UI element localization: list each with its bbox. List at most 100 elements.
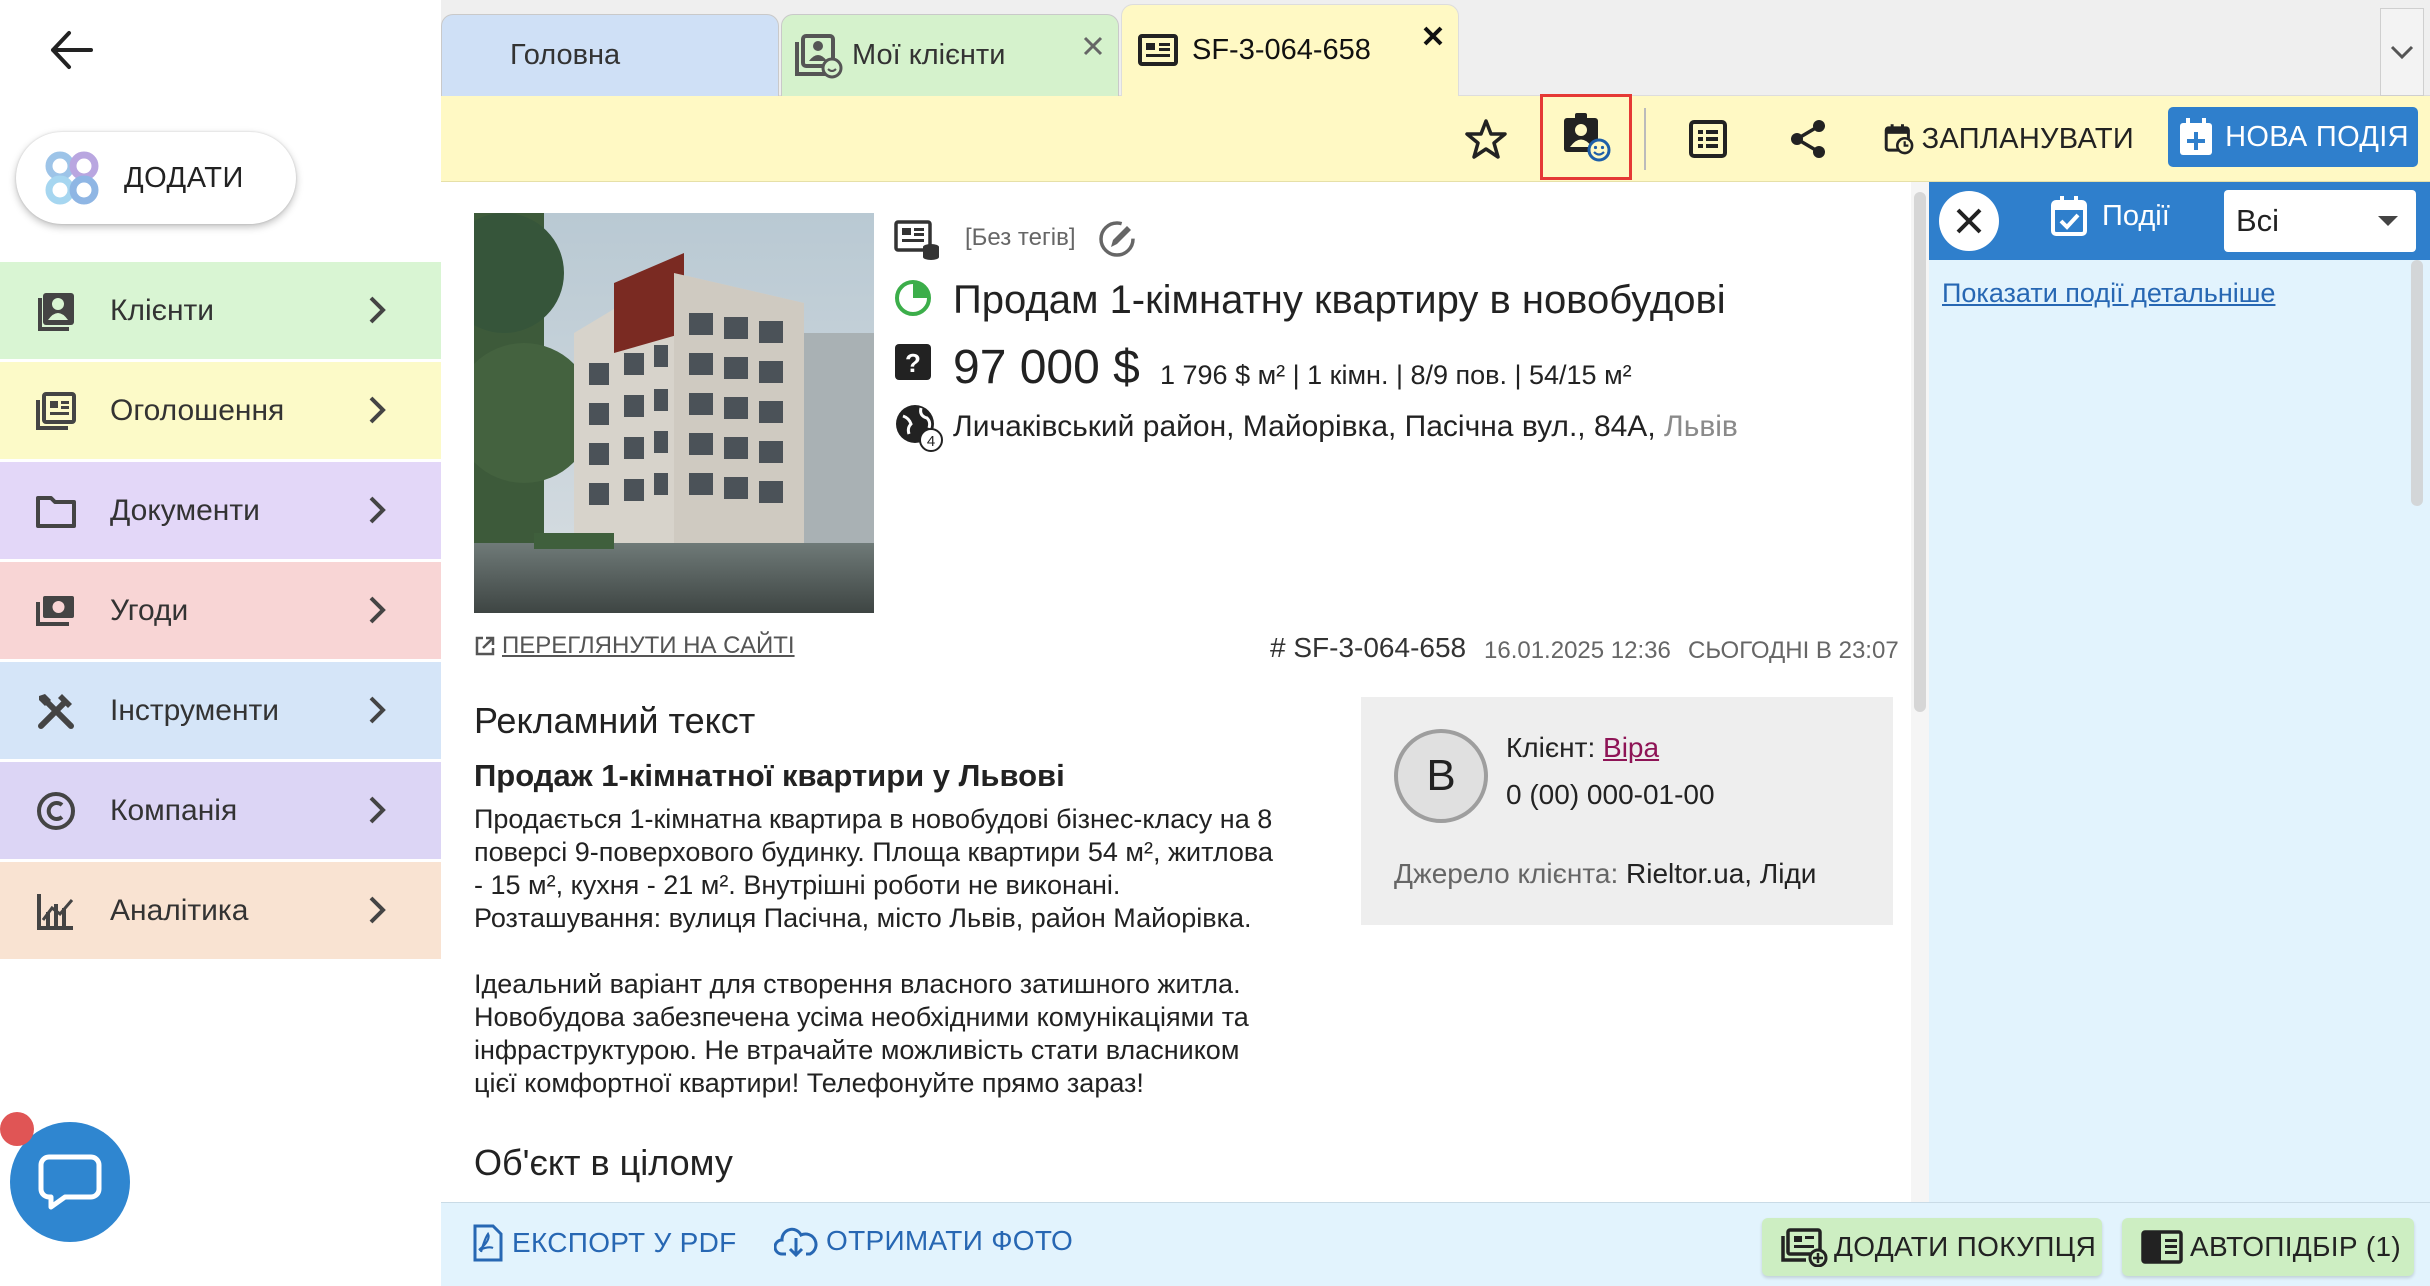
- client-label: Клієнт:: [1506, 732, 1596, 763]
- ad-text-line: поверсі 9-поверхового будинку. Площа ква…: [474, 837, 1273, 867]
- svg-text:?: ?: [905, 348, 921, 378]
- sidebar-item-label: Клієнти: [110, 293, 215, 327]
- book-open-icon: [2141, 1230, 2183, 1264]
- chat-icon: [38, 1154, 102, 1210]
- tabs-overflow-dropdown[interactable]: [2380, 8, 2424, 96]
- new-event-button[interactable]: НОВА ПОДІЯ: [2168, 107, 2418, 167]
- sidebar-item-analytics[interactable]: Аналітика: [0, 862, 441, 959]
- analytics-icon: [32, 887, 80, 935]
- folder-icon: [32, 487, 80, 535]
- sidebar-item-label: Компанія: [110, 793, 238, 827]
- sidebar-item-label: Інструменти: [110, 693, 280, 727]
- object-overview-heading: Об'єкт в цілому: [474, 1142, 733, 1183]
- matching-clients-button[interactable]: [1540, 94, 1632, 180]
- calendar-plus-icon: [2180, 118, 2213, 155]
- sidebar-item-label: Аналітика: [110, 893, 249, 927]
- money-icon: [32, 587, 80, 635]
- events-filter-select[interactable]: Всі: [2224, 190, 2416, 252]
- client-source-value: Rieltor.ua, Ліди: [1626, 858, 1817, 889]
- building-image: [474, 213, 874, 613]
- show-events-detail-link[interactable]: Показати події детальніше: [1942, 278, 2275, 309]
- client-smile-icon: [1564, 113, 1611, 162]
- chevron-right-icon: [369, 796, 386, 824]
- favorite-button[interactable]: [1456, 108, 1516, 170]
- content-scrollbar[interactable]: [1911, 182, 1929, 1202]
- get-photos-label: ОТРИМАТИ ФОТО: [826, 1225, 1074, 1256]
- export-pdf-button[interactable]: ЕКСПОРТ У PDF: [472, 1224, 737, 1262]
- external-link-icon: [475, 636, 495, 656]
- chevron-right-icon: [369, 696, 386, 724]
- tab-label: Головна: [510, 39, 621, 71]
- cloud-download-icon: [774, 1227, 818, 1258]
- ad-text-line: Ідеальний варіант для створення власного…: [474, 969, 1241, 999]
- tab-my-clients[interactable]: Мої клієнти: [781, 14, 1119, 96]
- client-source: Джерело клієнта: Rieltor.ua, Ліди: [1394, 858, 1816, 890]
- add-button[interactable]: ДОДАТИ: [16, 132, 296, 224]
- ad-text-line: - 15 м², кухня - 21 м². Внутрішні роботи…: [474, 870, 1121, 900]
- chevron-right-icon: [369, 496, 386, 524]
- events-tab-label: Події: [2102, 199, 2170, 232]
- sidebar-item-listings[interactable]: Оголошення: [0, 362, 441, 459]
- table-icon: [1689, 120, 1727, 158]
- tab-home[interactable]: Головна: [441, 14, 779, 96]
- close-icon: [1956, 208, 1982, 234]
- pdf-icon: [473, 1224, 503, 1262]
- sidebar-item-documents[interactable]: Документи: [0, 462, 441, 559]
- close-icon[interactable]: [1082, 35, 1104, 57]
- autoselect-button[interactable]: АВТОПІДБІР (1): [2122, 1218, 2414, 1276]
- ad-text-line: Продається 1-кімнатна квартира в новобуд…: [474, 804, 1273, 834]
- star-icon: [1465, 119, 1507, 159]
- listing-icon: [1138, 33, 1178, 66]
- events-tab[interactable]: Події: [2050, 194, 2170, 238]
- status-progress-icon: [895, 280, 931, 316]
- events-scrollbar[interactable]: [2408, 260, 2426, 1200]
- ad-text-line: інфраструктурою. Не втрачайте можливість…: [474, 1035, 1240, 1065]
- dropdown-arrow-icon: [2378, 216, 2398, 226]
- client-phone: 0 (00) 000-01-00: [1506, 779, 1715, 810]
- sidebar-item-company[interactable]: Компанія: [0, 762, 441, 859]
- view-on-site-link[interactable]: ПЕРЕГЛЯНУТИ НА САЙТІ: [474, 632, 795, 660]
- ad-text-heading: Рекламний текст: [474, 700, 756, 741]
- sidebar-item-label: Угоди: [110, 593, 189, 627]
- listing-photo[interactable]: [474, 213, 874, 613]
- calendar-clock-icon: [1884, 124, 1914, 155]
- tab-listing[interactable]: SF-3-064-658: [1121, 4, 1459, 96]
- table-view-button[interactable]: [1680, 108, 1736, 170]
- geo-badge: 4: [927, 433, 935, 450]
- question-icon: ?: [895, 344, 931, 380]
- export-pdf-label: ЕКСПОРТ У PDF: [512, 1227, 737, 1258]
- sidebar-item-tools[interactable]: Інструменти: [0, 662, 441, 759]
- listing-address: Личаківський район, Майорівка, Пасічна в…: [953, 410, 1738, 444]
- contacts-icon: [32, 287, 80, 335]
- new-event-label: НОВА ПОДІЯ: [2225, 120, 2409, 153]
- calendar-check-icon: [2051, 196, 2087, 236]
- scrollbar-thumb[interactable]: [2411, 260, 2423, 506]
- view-on-site-label: ПЕРЕГЛЯНУТИ НА САЙТІ: [502, 632, 795, 659]
- ad-text-line: Розташування: вулиця Пасічна, місто Льві…: [474, 903, 1252, 933]
- client-line: Клієнт: Віра: [1506, 732, 1659, 764]
- sidebar-item-label: Оголошення: [110, 393, 285, 427]
- chevron-right-icon: [369, 896, 386, 924]
- created-date: 16.01.2025 12:36: [1484, 637, 1671, 664]
- globe-icon: 4: [896, 405, 943, 452]
- sidebar-item-clients[interactable]: Клієнти: [0, 262, 441, 359]
- address-city: Львів: [1664, 410, 1738, 443]
- client-name-link[interactable]: Віра: [1603, 732, 1659, 763]
- chevron-down-icon: [2390, 45, 2414, 60]
- app-logo-icon: [45, 151, 99, 205]
- sidebar-item-deals[interactable]: Угоди: [0, 562, 441, 659]
- get-photos-button[interactable]: ОТРИМАТИ ФОТО: [774, 1224, 1073, 1258]
- close-icon[interactable]: [1422, 25, 1444, 47]
- share-button[interactable]: [1780, 108, 1836, 170]
- scrollbar-thumb[interactable]: [1914, 192, 1926, 712]
- add-buyer-button[interactable]: ДОДАТИ ПОКУПЦЯ: [1762, 1218, 2102, 1276]
- events-filter-value: Всі: [2236, 203, 2280, 238]
- tab-label: Мої клієнти: [852, 39, 1006, 71]
- tools-icon: [32, 687, 80, 735]
- edit-tags-icon[interactable]: [1097, 219, 1137, 259]
- copyright-icon: [32, 787, 80, 835]
- back-arrow-icon[interactable]: [40, 22, 102, 78]
- close-events-button[interactable]: [1939, 191, 1999, 251]
- schedule-button[interactable]: ЗАПЛАНУВАТИ: [1884, 108, 2134, 170]
- sidebar-item-label: Документи: [110, 493, 260, 527]
